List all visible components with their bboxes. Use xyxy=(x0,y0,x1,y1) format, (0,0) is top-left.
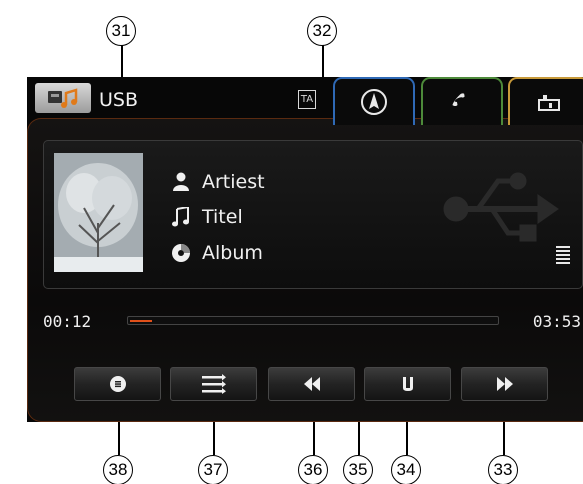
callout-33: 33 xyxy=(488,455,518,484)
title-text: Titel xyxy=(202,206,243,228)
callout-32: 32 xyxy=(307,16,337,46)
compass-icon xyxy=(361,89,387,115)
pause-button[interactable] xyxy=(364,367,451,401)
callout-36: 36 xyxy=(298,455,328,484)
callout-38: 38 xyxy=(103,455,133,484)
track-info-panel: Artiest Titel Album xyxy=(43,140,583,289)
head-unit-screen: USB TA Artiest Titel Album 00:12 03:53 xyxy=(27,77,583,422)
music-note-icon xyxy=(170,206,192,228)
list-icon xyxy=(201,374,226,394)
pause-icon xyxy=(402,377,413,391)
phone-icon xyxy=(452,93,465,107)
callout-35: 35 xyxy=(343,455,373,484)
callout-31: 31 xyxy=(106,16,136,46)
title-row: Titel xyxy=(170,204,243,230)
callout-34: 34 xyxy=(391,455,421,484)
source-label: USB xyxy=(99,89,139,111)
artist-row: Artiest xyxy=(170,169,265,195)
media-source-icon xyxy=(538,95,560,111)
next-button[interactable] xyxy=(461,367,548,401)
progress-fill xyxy=(130,320,153,322)
skip-forward-icon xyxy=(496,377,513,391)
callout-37: 37 xyxy=(198,455,228,484)
skip-back-icon xyxy=(303,377,320,391)
tab-media[interactable] xyxy=(508,77,583,125)
album-disc-icon xyxy=(170,242,192,264)
album-row: Album xyxy=(170,240,263,266)
playlist-button[interactable] xyxy=(170,367,257,401)
tab-navigation[interactable] xyxy=(333,77,415,125)
source-menu-button[interactable] xyxy=(74,367,161,401)
progress-bar[interactable] xyxy=(127,316,499,325)
track-list-icon[interactable] xyxy=(556,246,570,264)
usb-source-icon xyxy=(48,88,78,108)
tab-phone[interactable] xyxy=(421,77,503,125)
album-cover xyxy=(54,153,143,272)
disc-menu-icon xyxy=(109,376,126,392)
elapsed-time: 00:12 xyxy=(43,312,92,331)
artist-text: Artiest xyxy=(202,171,265,193)
previous-button[interactable] xyxy=(268,367,355,401)
traffic-announcement-badge: TA xyxy=(298,90,316,109)
usb-logo-icon xyxy=(443,172,559,242)
source-button[interactable] xyxy=(35,83,91,113)
total-time: 03:53 xyxy=(532,312,581,331)
person-icon xyxy=(170,171,192,193)
album-text: Album xyxy=(202,242,263,264)
